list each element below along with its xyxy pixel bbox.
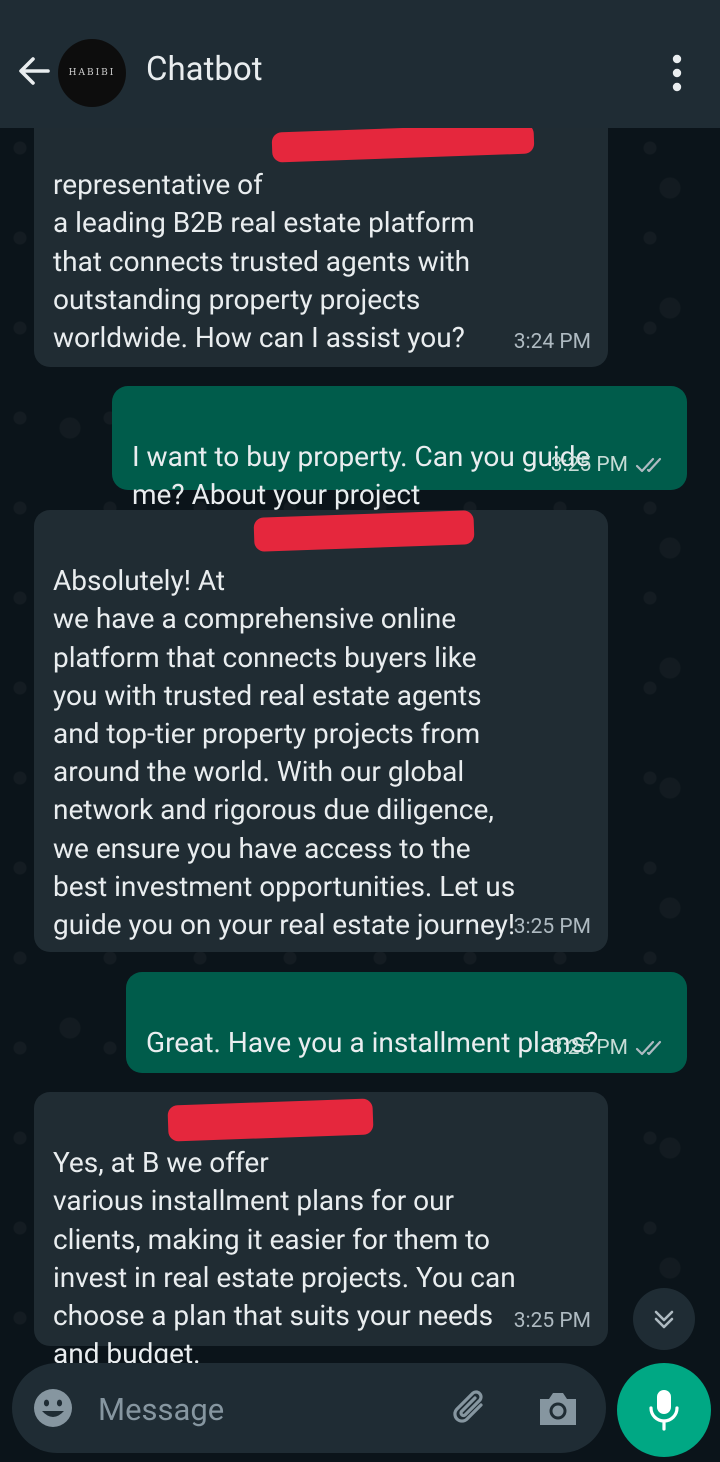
chat-title[interactable]: Chatbot (146, 50, 263, 89)
message-time: 3:24 PM (513, 330, 591, 354)
scroll-to-bottom-button[interactable] (633, 1288, 695, 1350)
message-time: 3:25 PM (550, 1036, 628, 1060)
message-incoming[interactable]: representative of a leading B2B real est… (34, 128, 608, 367)
message-composer (12, 1363, 606, 1453)
message-time: 3:25 PM (550, 453, 628, 477)
message-incoming[interactable]: Absolutely! At we have a comprehensive o… (34, 510, 608, 952)
read-receipt-icon (635, 457, 662, 473)
chat-header: HABIBI Chatbot (0, 0, 720, 128)
camera-icon[interactable] (536, 1387, 580, 1429)
read-receipt-icon (635, 1040, 662, 1056)
message-text: representative of a leading B2B real est… (53, 168, 475, 355)
message-outgoing[interactable]: Great. Have you a installment plans? 3:2… (126, 972, 687, 1073)
message-time: 3:25 PM (513, 915, 591, 939)
message-outgoing[interactable]: I want to buy property. Can you guide me… (112, 386, 687, 511)
emoji-icon[interactable] (32, 1387, 74, 1429)
back-arrow-icon[interactable] (14, 50, 56, 92)
message-text: Yes, at B we offer various installment p… (53, 1146, 516, 1364)
chat-area[interactable]: representative of a leading B2B real est… (0, 128, 720, 1364)
microphone-icon (649, 1390, 679, 1431)
message-input[interactable] (96, 1383, 430, 1435)
message-time: 3:25 PM (513, 1309, 591, 1333)
attachment-paperclip-icon[interactable] (448, 1385, 494, 1431)
double-chevron-down-icon (654, 1310, 674, 1329)
avatar[interactable]: HABIBI (58, 39, 126, 107)
redaction-mark (167, 1098, 374, 1142)
more-options-icon[interactable] (664, 52, 690, 94)
message-text: Absolutely! At we have a comprehensive o… (53, 564, 516, 942)
avatar-logo-text: HABIBI (68, 68, 116, 78)
voice-message-button[interactable] (617, 1363, 711, 1457)
